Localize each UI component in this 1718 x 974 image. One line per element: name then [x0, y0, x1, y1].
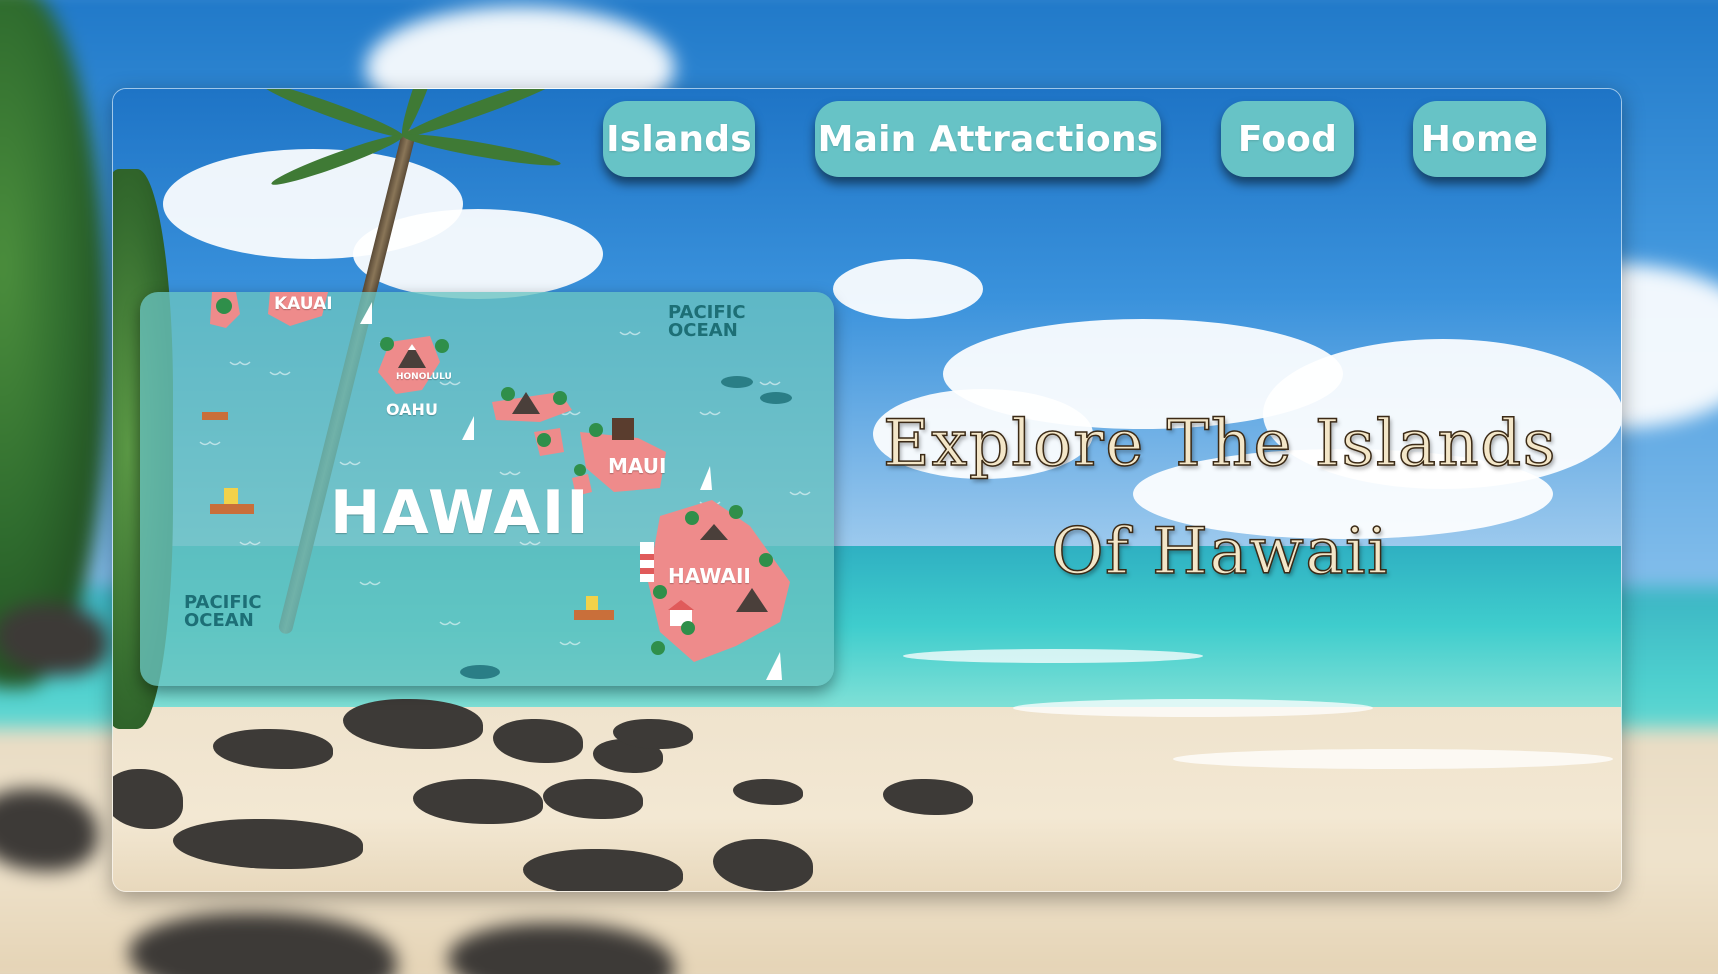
map-label-pacific-ocean-bottom: PACIFIC OCEAN	[184, 592, 262, 631]
map-label-maui: MAUI	[608, 454, 667, 478]
nav-islands-button[interactable]: Islands	[603, 101, 755, 177]
map-label-hawaii-island: HAWAII	[668, 564, 751, 588]
nav-home-button[interactable]: Home	[1413, 101, 1546, 177]
nav-main-attractions-button[interactable]: Main Attractions	[815, 101, 1161, 177]
hero-headline: Explore The Islands Of Hawaii	[860, 390, 1580, 606]
nav-food-button[interactable]: Food	[1221, 101, 1354, 177]
map-label-pacific-ocean-top: PACIFIC OCEAN	[668, 302, 746, 341]
map-label-kauai: KAUAI	[274, 294, 333, 314]
map-label-honolulu: HONOLULU	[396, 372, 452, 382]
hero-headline-line2: Of Hawaii	[1050, 514, 1389, 590]
map-label-oahu: OAHU	[386, 400, 438, 419]
hero-headline-line1: Explore The Islands	[882, 406, 1557, 482]
hawaii-map-card[interactable]: KAUAI HONOLULU OAHU MAUI HAWAII HAWAII P…	[140, 292, 834, 686]
map-label-hawaii-title: HAWAII	[330, 478, 591, 548]
